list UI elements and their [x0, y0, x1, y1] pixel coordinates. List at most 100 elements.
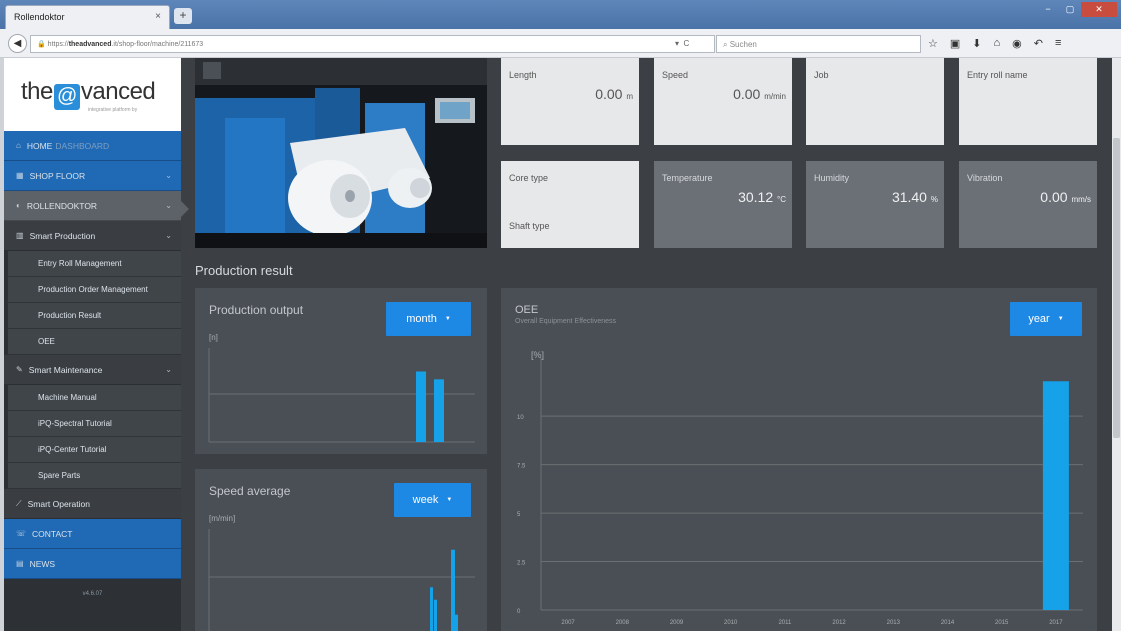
home-icon: ⌂: [16, 141, 21, 150]
search-input[interactable]: ⌕ Suchen: [716, 35, 921, 53]
sidebar-item-rollendoktor[interactable]: ◐ ROLLENDOKTOR ⌄: [4, 191, 181, 221]
sidebar-item-production-order[interactable]: Production Order Management: [4, 277, 181, 303]
sidebar-item-home[interactable]: ⌂ HOME DASHBOARD: [4, 131, 181, 161]
navigation-bar: ◀ 🔒 https://theadvanced.it/shop-floor/ma…: [0, 29, 1121, 58]
machine-icon: ◐: [16, 201, 21, 210]
grid-icon: ▦: [16, 171, 24, 180]
browser-window: Rollendoktor × + − ▢ ✕ ◀ 🔒 https://thead…: [0, 0, 1121, 631]
oee-y-tick-label: 5: [517, 512, 521, 518]
speed-bar: [451, 549, 455, 631]
line-chart-icon: ⟋: [16, 498, 22, 508]
close-window-button[interactable]: ✕: [1081, 2, 1117, 17]
bookmark-star-icon[interactable]: ☆: [928, 37, 938, 50]
page-content: the @ vanced integrative platform by ⌂ HOME…: [4, 58, 1112, 631]
reading-list-icon[interactable]: ▣: [950, 37, 960, 50]
new-tab-button[interactable]: +: [174, 8, 192, 24]
chevron-down-icon: ⌄: [165, 365, 172, 374]
back-button[interactable]: ◀: [8, 34, 27, 53]
oee-panel: OEE Overall Equipment Effectiveness year…: [501, 288, 1097, 631]
machine-image: [195, 85, 487, 248]
news-icon: ▤: [16, 559, 24, 568]
speed-bar: [455, 614, 458, 631]
menu-icon[interactable]: ≡: [1055, 37, 1061, 50]
reload-icon[interactable]: ▾ C: [675, 39, 689, 48]
chevron-down-icon: ⌄: [165, 231, 172, 240]
sidebar-item-production-result[interactable]: Production Result: [4, 303, 181, 329]
tile-length: Length 0.00 m: [501, 58, 639, 145]
oee-x-tick-label: 2007: [561, 620, 575, 626]
undo-icon[interactable]: ↶: [1034, 37, 1043, 50]
oee-x-tick-label: 2013: [887, 620, 901, 626]
oee-x-tick-label: 2010: [724, 620, 738, 626]
chevron-down-icon: ⌄: [165, 171, 172, 180]
oee-x-tick-label: 2008: [616, 620, 630, 626]
speed-bar: [430, 587, 433, 631]
scrollbar-thumb[interactable]: [1113, 138, 1120, 438]
tab-close-icon[interactable]: ×: [155, 11, 161, 22]
lock-icon: 🔒: [37, 41, 48, 48]
oee-chart: [%] 0 2.5 5 7.5 10 2007 2008 2009 2010 2011 2012 201…: [517, 350, 1083, 626]
production-output-panel: Production output [n] month ▼: [195, 288, 487, 454]
pocket-icon[interactable]: ◉: [1012, 37, 1022, 50]
chevron-down-icon: ⌄: [165, 201, 172, 210]
oee-y-tick-label: 10: [517, 415, 524, 421]
speed-average-panel: Speed average [m/min] week ▼: [195, 469, 487, 631]
oee-x-tick-label: 2012: [832, 620, 846, 626]
download-icon[interactable]: ⬇: [972, 37, 981, 50]
oee-x-tick-label: 2011: [778, 620, 792, 626]
maximize-button[interactable]: ▢: [1059, 2, 1081, 17]
sidebar-nav: ⌂ HOME DASHBOARD ▦ SHOP FLOOR ⌄ ◐ ROLLENDOKTO…: [4, 131, 181, 579]
tile-core-shaft: Core type Shaft type: [501, 161, 639, 248]
tile-entry-roll-name: Entry roll name: [959, 58, 1097, 145]
wrench-icon: ✎: [16, 365, 23, 374]
output-bar: [434, 379, 444, 442]
sidebar-item-ipq-center[interactable]: iPQ-Center Tutorial: [4, 437, 181, 463]
logo-tagline: integrative platform by: [88, 107, 138, 113]
sidebar-item-smart-production[interactable]: ▥ Smart Production ⌄: [4, 221, 181, 251]
title-bar: Rollendoktor × + − ▢ ✕: [0, 0, 1121, 29]
tile-speed: Speed 0.00 m/min: [654, 58, 792, 145]
production-output-chart: [208, 348, 475, 443]
tile-vibration: Vibration 0.00 mm/s: [959, 161, 1097, 248]
speed-average-chart: [208, 529, 475, 631]
oee-y-axis-label: [%]: [531, 350, 544, 360]
sidebar: the @ vanced integrative platform by ⌂ HOME…: [4, 58, 181, 631]
sidebar-item-contact[interactable]: ☏ CONTACT: [4, 519, 181, 549]
tile-temperature: Temperature 30.12 °C: [654, 161, 792, 248]
speed-bar: [434, 599, 437, 631]
browser-toolbar: ☆ ▣ ⬇ ⌂ ◉ ↶ ≡: [928, 37, 1061, 50]
oee-x-tick-label: 2014: [941, 620, 955, 626]
contact-icon: ☏: [16, 529, 27, 538]
section-title: Production result: [195, 263, 293, 278]
tile-job: Job: [806, 58, 944, 145]
sidebar-item-news[interactable]: ▤ NEWS: [4, 549, 181, 579]
oee-x-tick-label: 2015: [995, 620, 1009, 626]
oee-bar: [1042, 381, 1069, 610]
home-icon[interactable]: ⌂: [994, 37, 1001, 50]
search-icon: ⌕: [723, 40, 730, 49]
machine-photo: [195, 58, 487, 248]
oee-y-tick-label: 7.5: [517, 464, 526, 470]
window-controls: − ▢ ✕: [1037, 2, 1117, 17]
url-bar[interactable]: 🔒 https://theadvanced.it/shop-floor/mach…: [30, 35, 715, 53]
sidebar-item-spare-parts[interactable]: Spare Parts: [4, 463, 181, 489]
logo[interactable]: the @ vanced integrative platform by: [4, 58, 181, 131]
browser-tab[interactable]: Rollendoktor ×: [5, 5, 170, 29]
output-bar: [416, 371, 426, 442]
sidebar-item-entry-roll[interactable]: Entry Roll Management: [4, 251, 181, 277]
sidebar-item-smart-maintenance[interactable]: ✎ Smart Maintenance ⌄: [4, 355, 181, 385]
active-item-pointer: [181, 201, 189, 217]
oee-y-tick-label: 2.5: [517, 561, 526, 567]
bar-chart-icon: ▥: [16, 231, 24, 240]
sidebar-item-ipq-spectral[interactable]: iPQ-Spectral Tutorial: [4, 411, 181, 437]
minimize-button[interactable]: −: [1037, 2, 1059, 17]
sidebar-item-shop-floor[interactable]: ▦ SHOP FLOOR ⌄: [4, 161, 181, 191]
vertical-scrollbar[interactable]: [1112, 58, 1121, 631]
tab-title: Rollendoktor: [14, 12, 65, 22]
sidebar-item-oee[interactable]: OEE: [4, 329, 181, 355]
sidebar-item-smart-operation[interactable]: ⟋ Smart Operation: [4, 489, 181, 519]
version-label: v4.6.07: [82, 591, 103, 597]
oee-x-tick-label: 2009: [670, 620, 684, 626]
tile-humidity: Humidity 31.40 %: [806, 161, 944, 248]
sidebar-item-machine-manual[interactable]: Machine Manual: [4, 385, 181, 411]
